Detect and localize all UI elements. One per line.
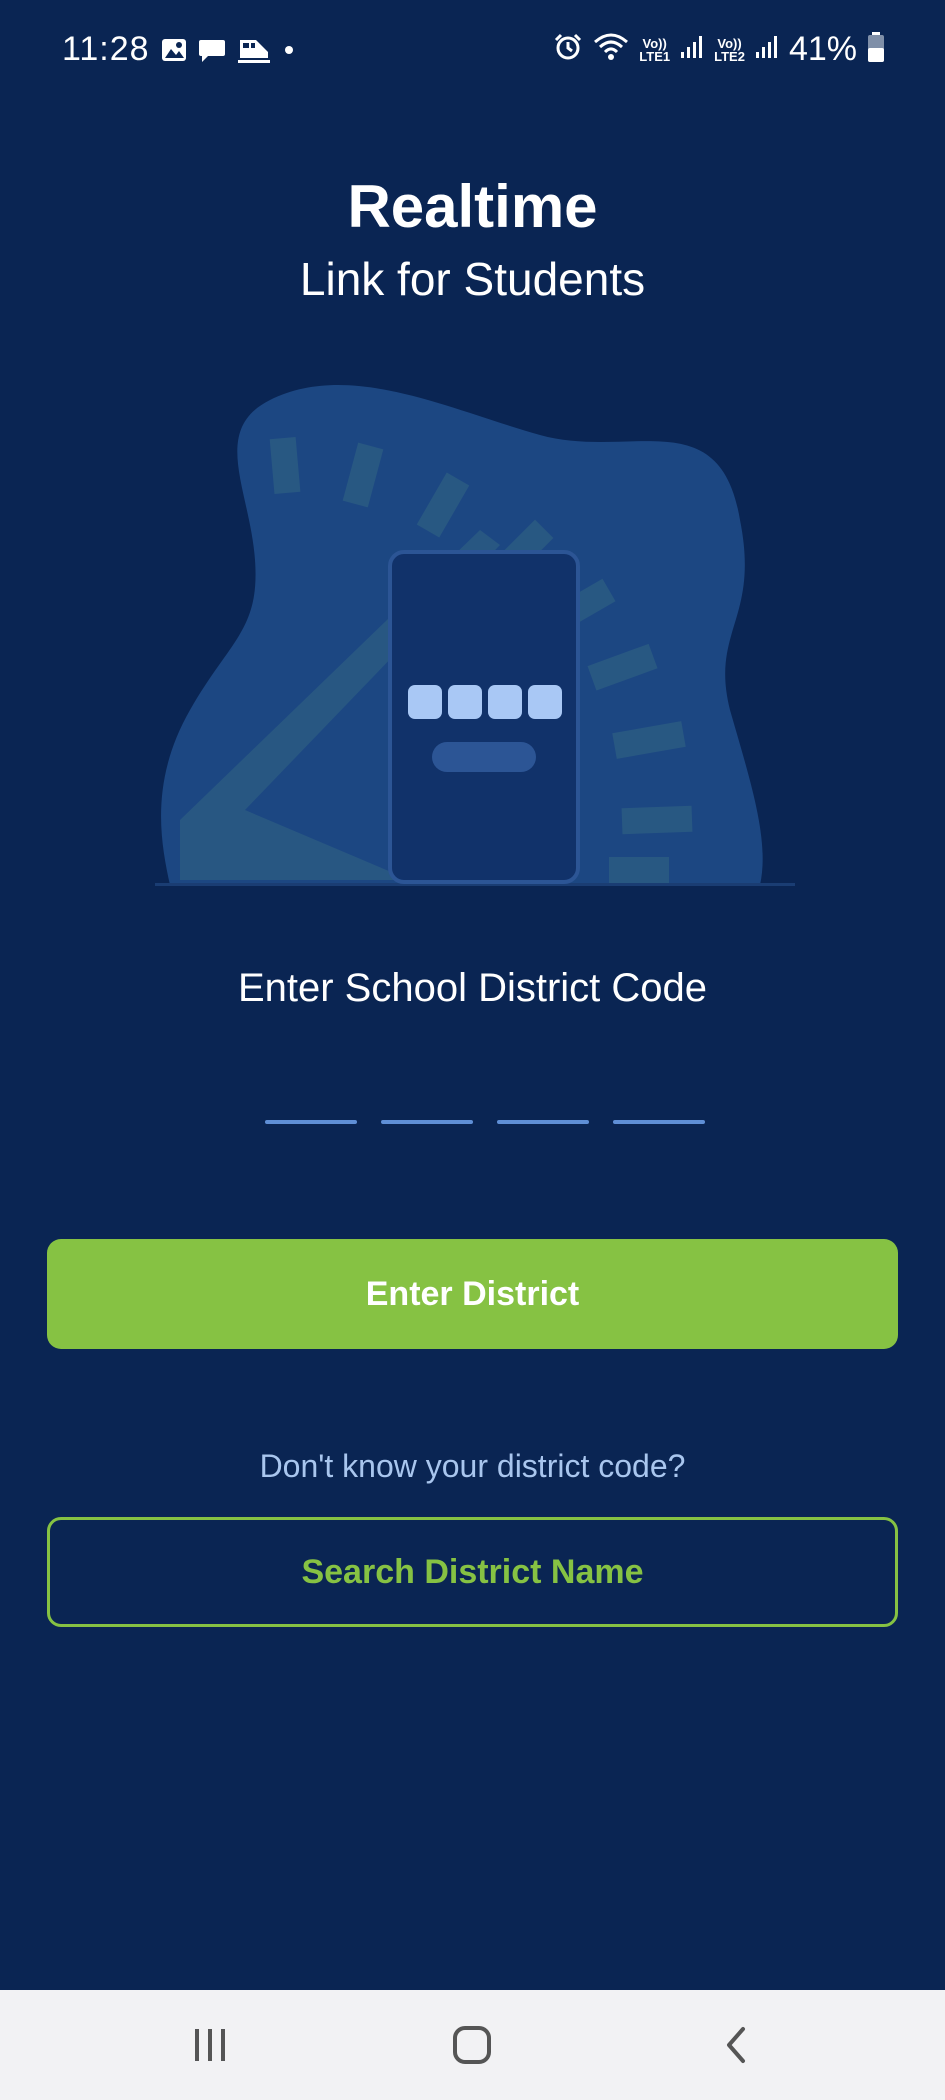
alarm-icon <box>553 32 583 67</box>
wifi-icon <box>593 32 629 67</box>
train-icon <box>236 36 272 69</box>
recent-apps-icon[interactable] <box>160 1990 260 2100</box>
status-bar: 11:28 Vo)) LTE1 Vo)) LTE2 41% <box>0 0 945 105</box>
search-district-name-button[interactable]: Search District Name <box>47 1517 898 1627</box>
district-code-label: Enter School District Code <box>237 966 708 1010</box>
dot-icon <box>282 36 296 69</box>
code-slot-3[interactable] <box>497 1120 589 1124</box>
signal-icon-1 <box>680 34 704 65</box>
district-code-help-text: Don't know your district code? <box>259 1448 686 1484</box>
message-icon <box>198 36 226 69</box>
code-slot-2[interactable] <box>381 1120 473 1124</box>
battery-icon <box>867 31 885 68</box>
signal-icon-2 <box>755 34 779 65</box>
back-icon[interactable] <box>687 1990 787 2100</box>
code-slot-4[interactable] <box>613 1120 705 1124</box>
system-nav-bar <box>0 1990 945 2100</box>
enter-district-button[interactable]: Enter District <box>47 1239 898 1349</box>
app-subtitle: Link for Students <box>299 253 646 305</box>
district-code-input[interactable] <box>265 1120 705 1124</box>
net-label-2: Vo)) LTE2 <box>714 35 745 64</box>
status-right-icons: Vo)) LTE1 Vo)) LTE2 41% <box>553 30 885 69</box>
phone-code-illustration <box>150 380 800 890</box>
status-time: 11:28 <box>62 30 150 68</box>
app-title: Realtime <box>347 173 598 240</box>
status-left-icons <box>160 36 296 69</box>
image-icon <box>160 36 188 69</box>
code-slot-1[interactable] <box>265 1120 357 1124</box>
battery-percent: 41% <box>788 30 857 68</box>
net-label-1: Vo)) LTE1 <box>639 35 671 64</box>
home-icon[interactable] <box>422 1990 522 2100</box>
